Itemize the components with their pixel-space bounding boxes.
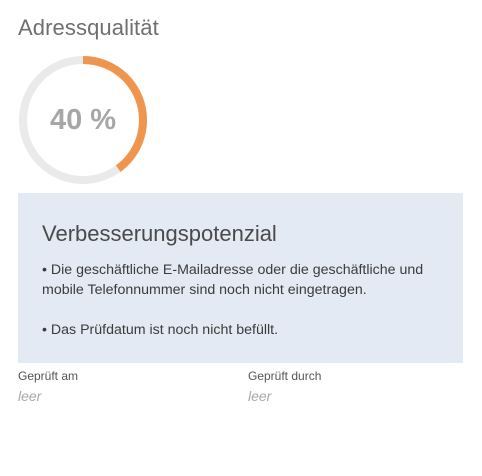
checked-on-value: leer bbox=[18, 388, 42, 404]
section-title: Adressqualität bbox=[18, 15, 159, 40]
improvement-list: • Die geschäftliche E-Mailadresse oder d… bbox=[42, 260, 452, 360]
checked-by-value: leer bbox=[248, 388, 272, 404]
improvement-item: • Die geschäftliche E-Mailadresse oder d… bbox=[42, 262, 424, 298]
improvement-item: • Das Prüfdatum ist noch nicht befüllt. bbox=[42, 322, 279, 338]
quality-gauge: 40 % bbox=[17, 54, 149, 186]
checked-by-label: Geprüft durch bbox=[248, 369, 322, 383]
quality-percent: 40 % bbox=[49, 103, 117, 136]
checked-on-label: Geprüft am bbox=[18, 369, 79, 383]
improvement-panel: Verbesserungspotenzial • Die geschäftlic… bbox=[18, 193, 463, 363]
improvement-title: Verbesserungspotenzial bbox=[42, 221, 277, 246]
